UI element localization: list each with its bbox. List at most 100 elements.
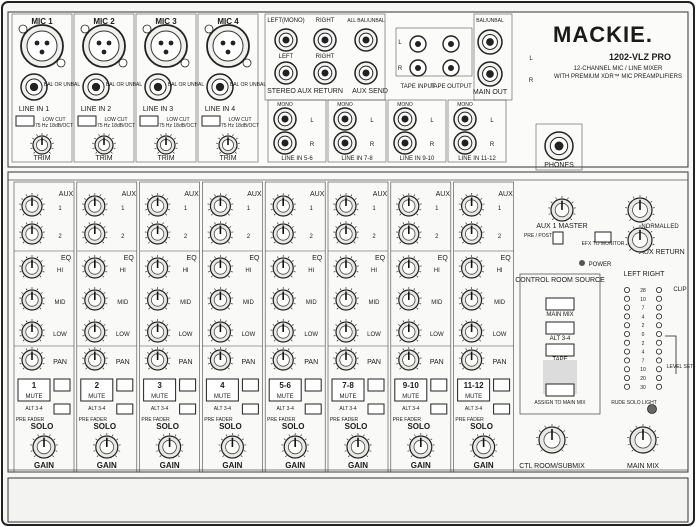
phones-jack[interactable] bbox=[544, 131, 574, 161]
solo-button[interactable] bbox=[53, 403, 71, 415]
r-label: R bbox=[430, 142, 435, 148]
tape-out-right-rca[interactable] bbox=[442, 59, 460, 77]
solo-label: SOLO bbox=[219, 422, 242, 431]
low-cut-button-2[interactable] bbox=[77, 115, 97, 127]
stereo-left-jack[interactable] bbox=[393, 107, 417, 131]
alt34-button[interactable] bbox=[304, 378, 322, 392]
aux-return-left-2-jack[interactable] bbox=[274, 61, 298, 85]
meter-led-left bbox=[624, 286, 631, 293]
alt34-label: ALT 3-4 bbox=[88, 406, 106, 412]
tape-output-label: TAPE OUTPUT bbox=[430, 84, 472, 90]
meter-led-right bbox=[656, 383, 663, 390]
alt34-source-button[interactable] bbox=[545, 321, 575, 335]
main-out-left-jack[interactable] bbox=[477, 29, 503, 55]
low-label: LOW bbox=[242, 332, 256, 338]
alt34-button[interactable] bbox=[179, 378, 197, 392]
alt34-label: ALT 3-4 bbox=[214, 406, 232, 412]
stereo-left-jack[interactable] bbox=[273, 107, 297, 131]
aux-send-1-jack[interactable] bbox=[354, 28, 378, 52]
assign-to-main-mix-button[interactable] bbox=[545, 383, 575, 397]
channel-number: 11-12 bbox=[464, 381, 485, 390]
meter-led-right bbox=[656, 330, 663, 337]
solo-button[interactable] bbox=[116, 403, 134, 415]
stereo-right-jack[interactable] bbox=[273, 131, 297, 155]
hi-label: HI bbox=[120, 268, 126, 274]
solo-button[interactable] bbox=[241, 403, 259, 415]
stereo-left-jack[interactable] bbox=[453, 107, 477, 131]
alt34-button[interactable] bbox=[367, 378, 385, 392]
stereo-left-jack[interactable] bbox=[333, 107, 357, 131]
pre-post-button[interactable] bbox=[552, 231, 564, 245]
tape-out-left-rca[interactable] bbox=[442, 35, 460, 53]
solo-label: SOLO bbox=[93, 422, 116, 431]
tape-in-left-rca[interactable] bbox=[409, 35, 427, 53]
tape-source-button[interactable] bbox=[545, 343, 575, 357]
low-cut-button-1[interactable] bbox=[15, 115, 35, 127]
main-out-label: MAIN OUT bbox=[473, 89, 508, 96]
alt34-label: ALT 3-4 bbox=[402, 406, 420, 412]
gain-label: GAIN bbox=[411, 461, 431, 470]
meter-scale-label: 10 bbox=[640, 297, 646, 303]
low-cut-button-4[interactable] bbox=[201, 115, 221, 127]
solo-label: SOLO bbox=[470, 422, 493, 431]
front-lip bbox=[7, 477, 689, 523]
xlr-jack-3[interactable] bbox=[142, 24, 190, 68]
meter-led-right bbox=[656, 313, 663, 320]
alt34-label: ALT 3-4 bbox=[151, 406, 169, 412]
tape-in-right-rca[interactable] bbox=[409, 59, 427, 77]
aux-label: AUX bbox=[59, 191, 74, 198]
mid-label: MID bbox=[180, 300, 192, 306]
solo-button[interactable] bbox=[304, 403, 322, 415]
brand-desc-2: WITH PREMIUM XDR™ MIC PREAMPLIFIERS bbox=[554, 73, 682, 80]
balunbal-label: BAL/UNBAL bbox=[476, 18, 504, 24]
xlr-jack-1[interactable] bbox=[18, 24, 66, 68]
alt34-label: ALT 3-4 bbox=[465, 406, 483, 412]
low-cut-sub-label: 75 Hz 18dB/OCT bbox=[35, 123, 73, 129]
alt34-button[interactable] bbox=[493, 378, 511, 392]
alt34-button[interactable] bbox=[241, 378, 259, 392]
pan-label: PAN bbox=[116, 359, 130, 366]
aux-return-right-2-jack[interactable] bbox=[313, 61, 337, 85]
channel-number: 3 bbox=[157, 381, 162, 390]
tape-r-label: R bbox=[398, 66, 403, 72]
meter-led-right bbox=[656, 348, 663, 355]
xlr-jack-4[interactable] bbox=[204, 24, 252, 68]
alt34-button[interactable] bbox=[53, 378, 71, 392]
stereo-input-label: LINE IN 11-12 bbox=[458, 156, 496, 162]
xlr-jack-2[interactable] bbox=[80, 24, 128, 68]
low-label: LOW bbox=[53, 332, 67, 338]
main-out-right-jack[interactable] bbox=[477, 61, 503, 87]
meter-led-left bbox=[624, 313, 631, 320]
stereo-right-jack[interactable] bbox=[393, 131, 417, 155]
alt34-button[interactable] bbox=[430, 378, 448, 392]
stereo-input-label: LINE IN 5-6 bbox=[281, 156, 313, 162]
mid-label: MID bbox=[55, 300, 67, 306]
stereo-right-jack[interactable] bbox=[333, 131, 357, 155]
channel-number: 1 bbox=[32, 381, 37, 390]
alt34-label: ALT 3-4 bbox=[25, 406, 43, 412]
aux-return-right-jack[interactable] bbox=[313, 28, 337, 52]
aux-return-left-jack[interactable] bbox=[274, 28, 298, 52]
pan-label: PAN bbox=[53, 359, 67, 366]
solo-button[interactable] bbox=[430, 403, 448, 415]
level-set-label: LEVEL SET bbox=[667, 364, 694, 370]
trim-label: TRIM bbox=[95, 155, 112, 162]
mute-label: MUTE bbox=[88, 394, 105, 400]
r-label: R bbox=[310, 142, 315, 148]
aux-send-2-jack[interactable] bbox=[354, 61, 378, 85]
aux-label: AUX bbox=[373, 191, 388, 198]
bal-label: BAL OR UNBAL bbox=[230, 82, 266, 88]
solo-button[interactable] bbox=[493, 403, 511, 415]
alt34-button[interactable] bbox=[116, 378, 134, 392]
alt34-label: ALT 3-4 bbox=[277, 406, 295, 412]
gain-label: GAIN bbox=[348, 461, 368, 470]
low-cut-button-3[interactable] bbox=[139, 115, 159, 127]
eq-label: EQ bbox=[312, 255, 323, 262]
efx-to-monitor-button[interactable] bbox=[594, 231, 612, 243]
main-mix-source-button[interactable] bbox=[545, 297, 575, 311]
bal-label: BAL OR UNBAL bbox=[44, 82, 80, 88]
alt34-button-label: ALT 3-4 bbox=[550, 336, 571, 342]
solo-button[interactable] bbox=[179, 403, 197, 415]
solo-button[interactable] bbox=[367, 403, 385, 415]
stereo-right-jack[interactable] bbox=[453, 131, 477, 155]
